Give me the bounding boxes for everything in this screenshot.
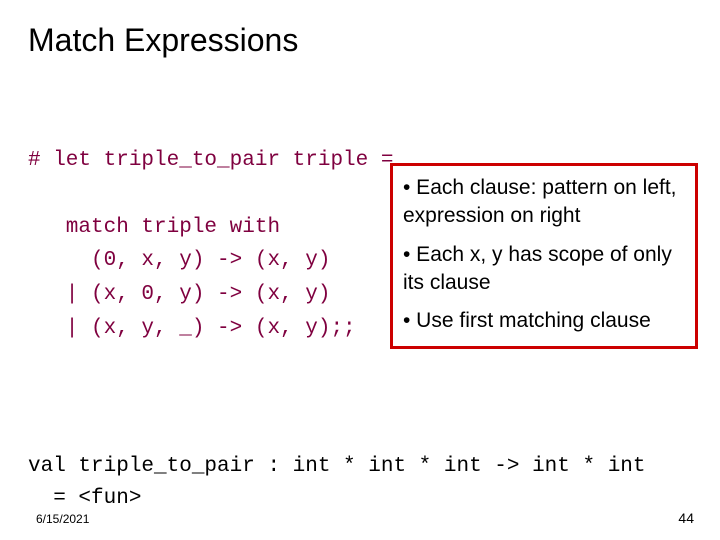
callout-bullet-3: • Use first matching clause — [403, 307, 685, 335]
code-line-2: match triple with — [28, 216, 280, 239]
slide-title: Match Expressions — [28, 22, 298, 59]
callout-box: • Each clause: pattern on left, expressi… — [390, 163, 698, 349]
code-line-1: # let triple_to_pair triple = — [28, 149, 393, 172]
callout-bullet-2: • Each x, y has scope of only its clause — [403, 241, 685, 298]
code-line-5: | (x, y, _) -> (x, y);; — [28, 317, 356, 340]
code-line-3: (0, x, y) -> (x, y) — [28, 249, 330, 272]
val-line-2: = <fun> — [28, 487, 141, 510]
callout-bullet-1: • Each clause: pattern on left, expressi… — [403, 174, 685, 231]
code-line-4: | (x, 0, y) -> (x, y) — [28, 283, 330, 306]
footer-date: 6/15/2021 — [36, 512, 89, 526]
val-output: val triple_to_pair : int * int * int -> … — [28, 418, 646, 516]
code-block: # let triple_to_pair triple = match trip… — [28, 110, 393, 345]
footer-page-number: 44 — [678, 510, 694, 526]
val-line-1: val triple_to_pair : int * int * int -> … — [28, 455, 646, 478]
